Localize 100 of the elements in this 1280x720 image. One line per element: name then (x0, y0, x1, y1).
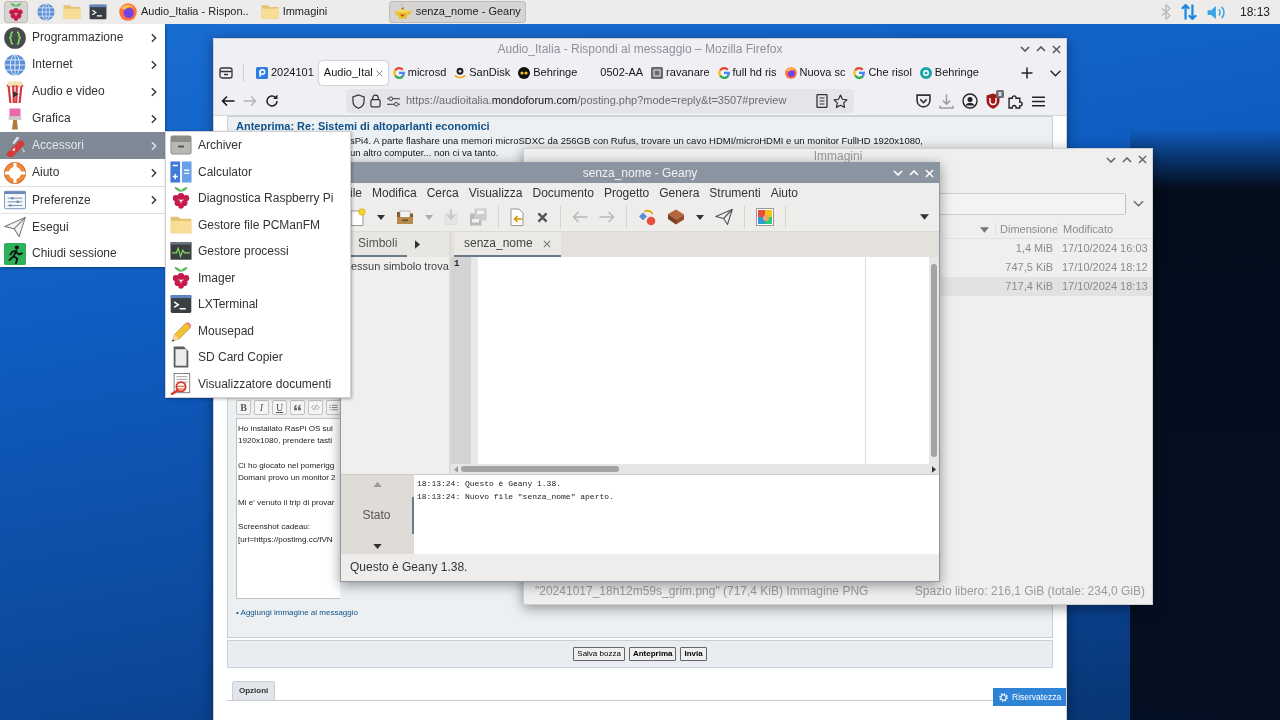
menu-item[interactable]: LXTerminal (166, 291, 350, 318)
close-icon[interactable] (542, 239, 551, 248)
close-icon[interactable] (375, 69, 383, 77)
menu-item[interactable]: Aiuto (770, 185, 799, 201)
menu-item[interactable]: Progetto (603, 185, 650, 201)
reload-icon[interactable] (265, 94, 279, 108)
sort-arrow-icon[interactable] (980, 226, 989, 233)
browser-tab[interactable]: Che risol (850, 61, 915, 85)
format-button[interactable]: B (236, 400, 251, 415)
menu-item[interactable]: Gestore file PCManFM (166, 211, 350, 238)
browser-tab[interactable]: 0502-AA (582, 61, 647, 85)
browser-tab[interactable]: Behringe (515, 61, 581, 85)
menu-item[interactable]: Internet (0, 51, 165, 78)
browser-tab[interactable]: Nuova sc (781, 61, 849, 85)
shield-icon[interactable] (986, 93, 1000, 109)
menu-item[interactable]: Visualizza (468, 185, 523, 201)
browser-tab[interactable]: ravanare (648, 61, 713, 85)
browser-tab[interactable]: SanDisk (451, 61, 514, 85)
scroll-down-icon[interactable] (373, 544, 382, 549)
close-icon[interactable] (536, 210, 549, 224)
close-icon[interactable] (1052, 44, 1061, 54)
format-button[interactable]: I (254, 400, 269, 415)
close-icon[interactable] (1138, 155, 1147, 164)
caret-icon[interactable] (920, 214, 929, 220)
menu-item[interactable]: Aiuto (0, 159, 165, 186)
document-tab[interactable]: senza_nome (454, 232, 561, 257)
task-button[interactable]: Immagini (255, 1, 387, 23)
menu-item[interactable]: Grafica (0, 105, 165, 132)
plus-icon[interactable] (1021, 67, 1033, 79)
menu-item[interactable]: Chiudi sessione (0, 240, 165, 267)
volume-icon[interactable] (1206, 4, 1226, 20)
brick-icon[interactable] (667, 209, 685, 225)
menu-item[interactable]: Genera (659, 185, 700, 201)
form-button[interactable]: Anteprima (628, 647, 677, 661)
lock-icon[interactable] (370, 94, 381, 108)
menu-item[interactable]: Modifica (372, 185, 417, 201)
menu-item[interactable]: Mousepad (166, 317, 350, 344)
menu-item[interactable]: Documento (532, 185, 594, 201)
clock[interactable]: 18:13 (1239, 4, 1270, 20)
menu-item[interactable]: Audio e video (0, 78, 165, 105)
path-field[interactable] (940, 193, 1126, 215)
form-button[interactable]: Invia (680, 647, 707, 661)
options-tab[interactable]: Opzioni (232, 681, 276, 700)
shield-icon[interactable] (352, 93, 365, 109)
menu-item[interactable]: Programmazione (0, 24, 165, 51)
vertical-scrollbar[interactable] (929, 257, 939, 464)
menu-item[interactable]: Visualizzatore documenti (166, 370, 350, 397)
browser-tab[interactable]: 2024101 (253, 61, 317, 85)
menu-item[interactable]: Preferenze (0, 186, 165, 213)
maximize-icon[interactable] (1036, 46, 1046, 52)
account-icon[interactable] (962, 93, 978, 109)
menu-item[interactable]: SD Card Copier (166, 344, 350, 371)
menu-item[interactable]: Gestore processi (166, 238, 350, 265)
folder-icon[interactable] (396, 209, 414, 225)
browser-tab[interactable]: microsd (389, 61, 450, 85)
menu-item[interactable]: ile (350, 185, 362, 201)
maximize-icon[interactable] (1122, 156, 1132, 163)
caret-icon[interactable] (377, 214, 385, 220)
chevron-down-icon[interactable] (1049, 68, 1062, 78)
menu-item[interactable]: Cerca (426, 185, 459, 201)
form-button[interactable]: Salva bozza (573, 647, 625, 661)
color-grid-icon[interactable] (756, 208, 774, 226)
up-down-arrows-icon[interactable] (1180, 4, 1197, 20)
launcher-button[interactable] (4, 1, 28, 23)
privacy-button[interactable]: Riservatezza (993, 688, 1066, 706)
back-arrow-icon[interactable] (221, 96, 235, 106)
menu-icon[interactable] (1031, 95, 1046, 107)
minimize-icon[interactable] (1106, 156, 1116, 163)
menu-item[interactable]: Diagnostica Raspberry Pi (166, 185, 350, 212)
new-document-icon[interactable] (350, 208, 366, 226)
scrollbar-thumb[interactable] (461, 466, 619, 472)
browser-tab[interactable]: Audio_Ital (318, 61, 388, 85)
format-button[interactable] (290, 400, 305, 415)
reload-document-icon[interactable] (510, 208, 525, 226)
sliders-icon[interactable] (386, 95, 401, 107)
triangle-right-icon[interactable] (415, 240, 421, 249)
browser-tab[interactable]: Behringe (916, 61, 982, 85)
menu-item[interactable]: Strumenti (709, 185, 761, 201)
scrollbar-thumb[interactable] (931, 264, 937, 457)
menu-item[interactable]: Imager (166, 264, 350, 291)
address-field[interactable]: https://audioitalia.mondoforum.com/posting.php?mode=reply&t=3507#preview (346, 89, 854, 113)
menu-item[interactable]: Archiver (166, 132, 350, 159)
extensions-icon[interactable] (1008, 93, 1023, 109)
download-icon[interactable] (939, 93, 954, 109)
horizontal-scrollbar[interactable] (451, 464, 939, 474)
menu-item[interactable]: Esegui (0, 213, 165, 240)
shapes-icon[interactable] (638, 208, 656, 226)
star-icon[interactable] (833, 93, 848, 109)
caret-icon[interactable] (696, 214, 704, 220)
reader-view-icon[interactable] (816, 94, 828, 108)
pocket-icon[interactable] (916, 94, 931, 108)
paper-plane-icon[interactable] (715, 209, 733, 225)
add-image-link[interactable]: • Aggiungi immagine al messaggio (236, 608, 358, 618)
format-button[interactable]: U (272, 400, 287, 415)
message-field[interactable]: Ho installato RasPi OS sul 1920x1080, prendere tasti Ci ho giocato nel pomerigg Domani provo un monitor 2 Mi e' venuto il trip di provar Screenshot cadeau: [url=https://postimg.cc/fVN (236, 418, 340, 599)
browser-tab[interactable]: full hd ris (714, 61, 780, 85)
minimize-icon[interactable] (1020, 46, 1030, 52)
tab-list-icon[interactable] (219, 67, 233, 79)
triangle-right-icon[interactable] (932, 465, 936, 473)
task-button[interactable]: senza_nome - Geany (388, 1, 526, 23)
